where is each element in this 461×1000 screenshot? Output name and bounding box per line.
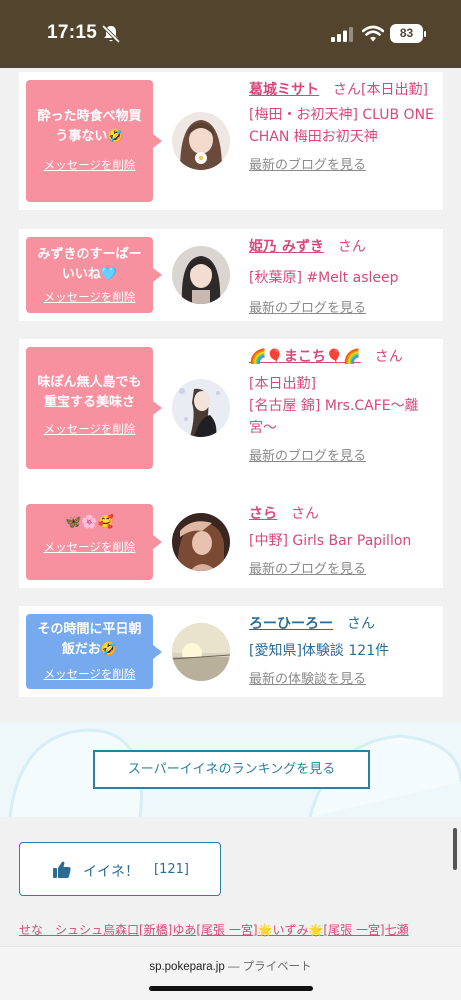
message-bubble: 酔った時食べ物買う事ない🤣 メッセージを削除 — [26, 80, 162, 202]
message-card: 🦋🌸🥰 メッセージを削除 さら さん [中野] Girls Bar Papillo… — [19, 496, 443, 588]
honorific: さん — [347, 616, 375, 632]
location-text: [秋葉原] #Melt asleep — [249, 270, 399, 286]
ranking-section: スーパーイイネのランキングを見る — [0, 722, 461, 817]
like-count: [121] — [154, 862, 189, 877]
message-bubble: 🦋🌸🥰 メッセージを削除 — [26, 504, 162, 580]
battery-icon: 83 — [390, 24, 426, 43]
profile-name-link[interactable]: ろーひーろー — [249, 616, 333, 632]
blog-link[interactable]: 最新のブログを見る — [249, 447, 439, 467]
message-card: みずきのすーぱーいいね🩵 メッセージを削除 姫乃 みずき さん [秋葉原] #Me… — [19, 229, 443, 321]
private-mode-label: プライベート — [242, 961, 312, 973]
status-text: [本日出勤] — [361, 82, 428, 98]
message-text: 🦋🌸🥰 — [65, 515, 114, 530]
profile-info: さら さん [中野] Girls Bar Papillon 最新のブログを見る — [249, 502, 439, 580]
avatar[interactable] — [172, 513, 230, 571]
profile-name-link[interactable]: さら — [249, 506, 277, 522]
honorific: さん — [291, 506, 319, 522]
profile-name-link[interactable]: 葛城ミサト — [249, 82, 319, 98]
wifi-icon — [362, 25, 384, 42]
profile-info: 🌈🎈まこち🎈🌈 さん [本日出勤] [名古屋 錦] Mrs.CAFE〜離宮〜 最新… — [249, 345, 439, 467]
location-text: [梅田・お初天神] CLUB ONE CHAN 梅田お初天神 — [249, 107, 434, 145]
blog-link[interactable]: 最新のブログを見る — [249, 299, 439, 319]
avatar[interactable] — [172, 112, 230, 170]
message-text: みずきのすーぱーいいね🩵 — [37, 247, 142, 282]
status-bar: 17:15 83 — [0, 0, 461, 68]
honorific: さん — [374, 349, 403, 365]
delete-message-link[interactable]: メッセージを削除 — [26, 157, 153, 173]
message-bubble: みずきのすーぱーいいね🩵 メッセージを削除 — [26, 237, 162, 313]
delete-message-link[interactable]: メッセージを削除 — [26, 421, 153, 437]
location-text: [愛知県]体験談 121件 — [249, 643, 390, 659]
message-text: 味ぽん無人島でも重宝する美味さ — [37, 375, 142, 410]
url-separator: — — [227, 961, 240, 973]
blog-link[interactable]: 最新のブログを見る — [249, 560, 439, 580]
profile-info: 姫乃 みずき さん [秋葉原] #Melt asleep 最新のブログを見る — [249, 235, 439, 319]
avatar[interactable] — [172, 623, 230, 681]
profile-name-link[interactable]: 🌈🎈まこち🎈🌈 — [249, 349, 361, 365]
avatar[interactable] — [172, 379, 230, 437]
related-links[interactable]: せな シュシュ烏森口[新橋]ゆあ[尾張 一宮]🌟いずみ🌟[尾張 一宮]七瀬 — [19, 921, 461, 938]
message-bubble: その時間に平日朝飯だお🤣 メッセージを削除 — [26, 614, 162, 689]
like-label: イイネ！ — [83, 864, 139, 880]
bell-muted-icon — [101, 24, 121, 44]
message-text: その時間に平日朝飯だお🤣 — [37, 622, 142, 657]
profile-info: ろーひーろー さん [愛知県]体験談 121件 最新の体験談を見る — [249, 612, 439, 690]
like-button[interactable]: イイネ！ [121] — [19, 842, 221, 896]
status-time: 17:15 — [47, 22, 98, 43]
home-indicator[interactable] — [149, 986, 313, 991]
message-bubble: 味ぽん無人島でも重宝する美味さ メッセージを削除 — [26, 347, 162, 469]
profile-info: 葛城ミサト さん[本日出勤] [梅田・お初天神] CLUB ONE CHAN 梅田… — [249, 78, 439, 176]
message-card: その時間に平日朝飯だお🤣 メッセージを削除 ろーひーろー さん [愛知県]体験談 … — [19, 606, 443, 697]
message-text: 酔った時食べ物買う事ない🤣 — [37, 109, 142, 144]
profile-name-link[interactable]: 姫乃 みずき — [249, 239, 324, 255]
super-like-ranking-button[interactable]: スーパーイイネのランキングを見る — [93, 750, 370, 789]
signal-icon — [331, 27, 353, 42]
status-text: [本日出勤] — [249, 376, 316, 392]
scrollbar[interactable] — [453, 828, 457, 870]
url-domain: sp.pokepara.jp — [149, 961, 225, 973]
delete-message-link[interactable]: メッセージを削除 — [26, 539, 153, 555]
thumbs-up-icon — [53, 861, 71, 878]
delete-message-link[interactable]: メッセージを削除 — [26, 289, 153, 305]
browser-url-bar[interactable]: sp.pokepara.jp — プライベート — [0, 946, 461, 1000]
avatar[interactable] — [172, 246, 230, 304]
message-card: 酔った時食べ物買う事ない🤣 メッセージを削除 葛城ミサト さん[本日出勤] [梅田… — [19, 72, 443, 210]
review-link[interactable]: 最新の体験談を見る — [249, 670, 439, 690]
delete-message-link[interactable]: メッセージを削除 — [26, 666, 153, 682]
blog-link[interactable]: 最新のブログを見る — [249, 156, 439, 176]
location-text: [名古屋 錦] Mrs.CAFE〜離宮〜 — [249, 398, 419, 436]
honorific: さん — [333, 82, 361, 98]
location-text: [中野] Girls Bar Papillon — [249, 533, 412, 549]
honorific: さん — [337, 239, 366, 255]
